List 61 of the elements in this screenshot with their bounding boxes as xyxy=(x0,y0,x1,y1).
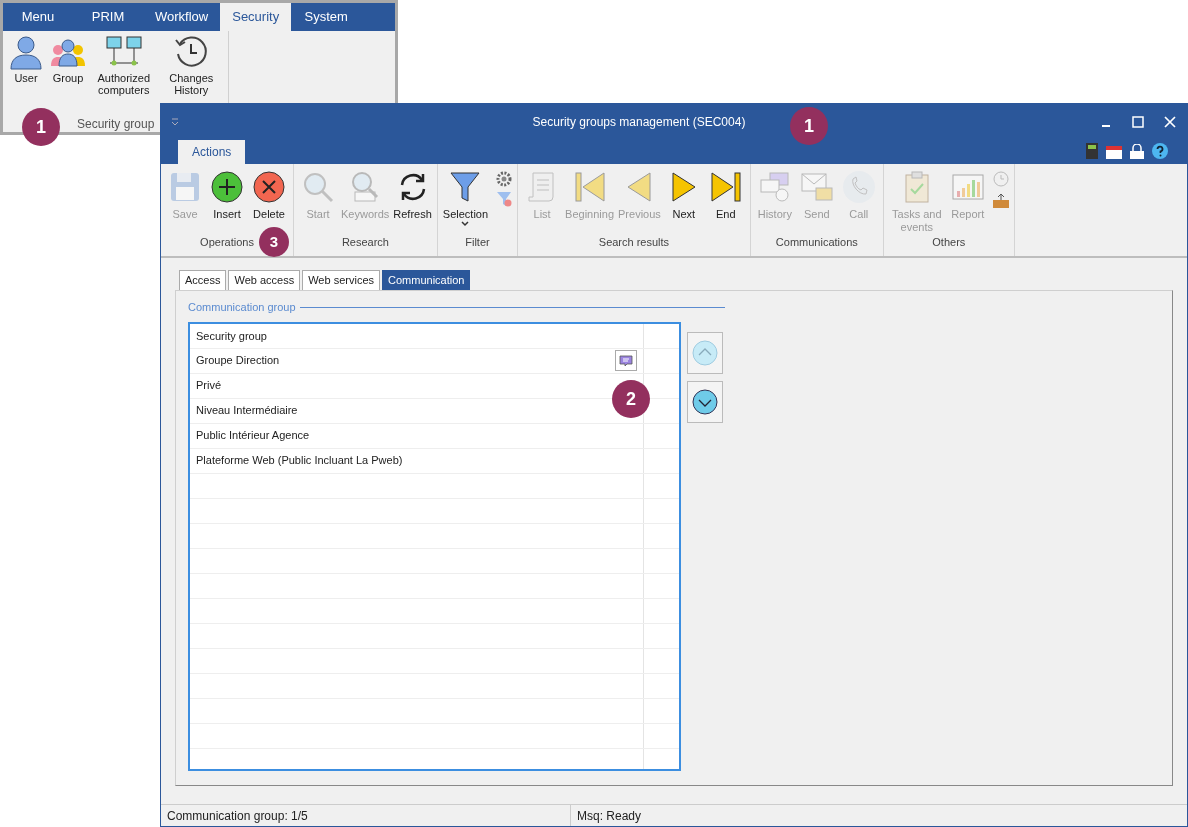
ribbon-button[interactable]: Group xyxy=(47,34,89,96)
ribbon-tab[interactable]: Menu xyxy=(3,3,73,31)
form-tab[interactable]: Communication xyxy=(382,270,471,290)
table-cell-text: Public Intérieur Agence xyxy=(196,428,310,444)
group-label: Security group xyxy=(77,116,155,133)
ribbon-button[interactable]: User xyxy=(7,34,45,96)
table-cell-text: Groupe Direction xyxy=(196,353,280,369)
funnel-icon xyxy=(448,170,483,204)
chat-bubbles-icon xyxy=(757,170,792,204)
callout-badge: 1 xyxy=(22,108,60,146)
quick-access-icon[interactable] xyxy=(171,118,179,126)
form-tab[interactable]: Web services xyxy=(302,270,380,290)
help-icon[interactable] xyxy=(1152,143,1168,159)
ribbon-button[interactable]: Changes History xyxy=(158,34,224,96)
skip-forward-icon xyxy=(708,170,743,204)
cross-icon xyxy=(252,170,286,204)
calendar-icon[interactable] xyxy=(1106,143,1122,159)
lock-icon[interactable] xyxy=(1130,143,1144,159)
comment-button[interactable] xyxy=(615,350,637,371)
plus-icon xyxy=(210,170,244,204)
skip-back-icon xyxy=(572,170,607,204)
group-label: Operations xyxy=(200,234,254,250)
column-header: Security group xyxy=(195,328,268,344)
chevron-down-icon xyxy=(461,221,470,227)
comment-icon xyxy=(619,354,633,367)
ribbon-button[interactable]: End xyxy=(705,170,746,221)
ribbon-button[interactable]: Insert xyxy=(207,170,247,221)
table-cell-text: Plateforme Web (Public Incluant La Pweb) xyxy=(196,453,403,469)
window-title: Security groups management (SEC004) xyxy=(532,114,746,131)
ribbon-tab[interactable]: Actions xyxy=(178,140,246,164)
maximize-icon[interactable] xyxy=(1131,115,1145,129)
gear-icon[interactable] xyxy=(495,170,514,188)
group-label: Communications xyxy=(775,234,858,250)
move-down-button[interactable] xyxy=(687,380,723,423)
form-tab[interactable]: Access xyxy=(179,270,227,290)
phone-icon xyxy=(841,170,876,204)
envelope-icon xyxy=(799,170,834,204)
ribbon-button[interactable]: Next xyxy=(663,170,704,221)
table-cell-text: Privé xyxy=(196,378,222,394)
group-label: Search results xyxy=(598,234,670,250)
clock-history-icon xyxy=(173,34,210,70)
magnifier-icon xyxy=(301,170,335,204)
status-text: Communication group: 1/5 xyxy=(161,805,571,826)
group-label: Research xyxy=(341,234,389,250)
ribbon-button[interactable]: Selection xyxy=(441,170,490,227)
fieldset-title: Communication group xyxy=(188,300,296,315)
group-label: Filter xyxy=(465,234,490,250)
table-cell-text: Niveau Intermédiaire xyxy=(196,403,298,419)
ribbon-button[interactable]: Authorized computers xyxy=(91,34,157,96)
calculator-icon[interactable] xyxy=(1086,143,1098,159)
ribbon-tab[interactable]: Security xyxy=(220,3,292,31)
ribbon-tab[interactable]: System xyxy=(291,3,362,31)
ribbon-tab[interactable]: PRIM xyxy=(73,3,143,31)
user-icon xyxy=(9,34,43,70)
ribbon-tab[interactable]: Workflow xyxy=(143,3,221,31)
status-text: Msq: Ready xyxy=(576,808,643,825)
ribbon-button[interactable]: Refresh xyxy=(392,170,433,221)
form-tab[interactable]: Web access xyxy=(228,270,301,290)
ribbon-button[interactable]: Delete xyxy=(249,170,289,221)
group-label: Others xyxy=(932,235,966,250)
close-icon[interactable] xyxy=(1163,115,1177,129)
